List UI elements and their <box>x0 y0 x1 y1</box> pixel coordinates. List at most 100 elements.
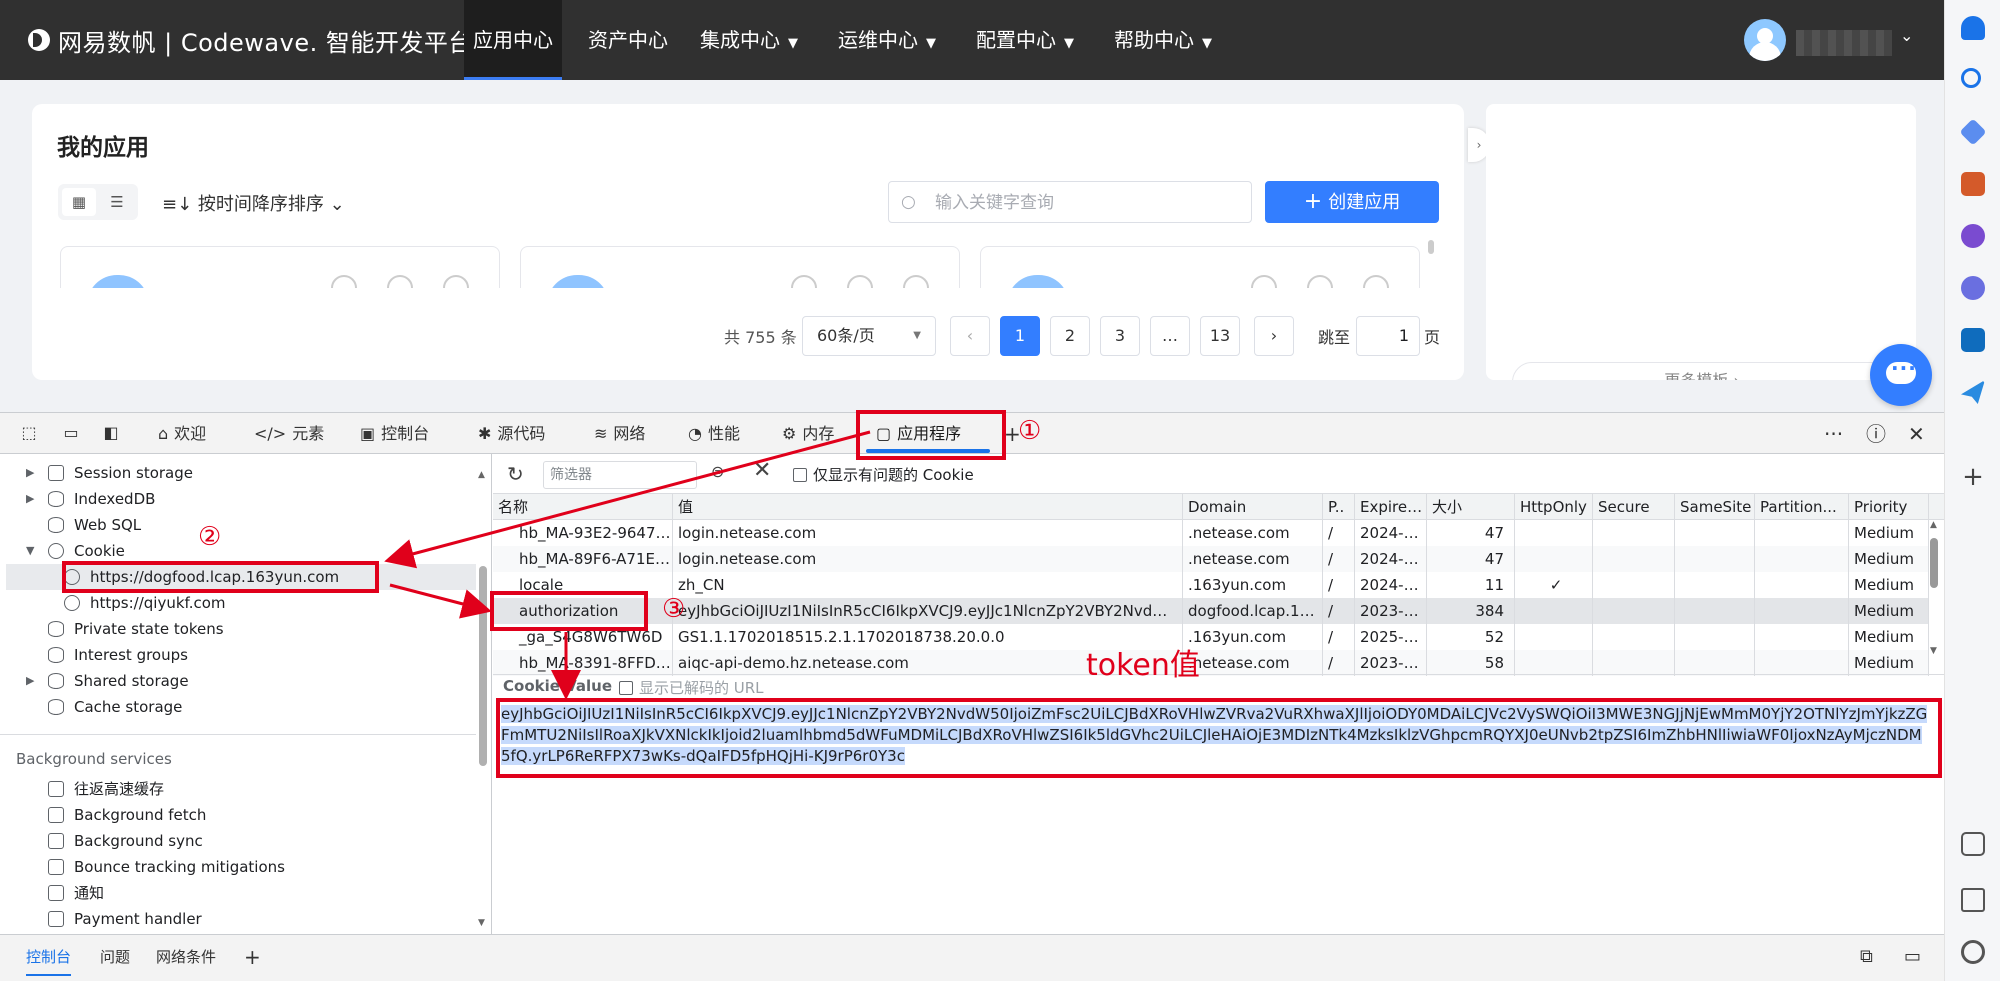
app-card[interactable] <box>520 246 960 288</box>
tag-icon[interactable] <box>1959 118 1987 146</box>
page-button-13[interactable]: 13 <box>1200 316 1240 356</box>
table-row[interactable]: hb_MA-89F6-A71EC... login.netease.com .net… <box>493 546 1929 572</box>
comment-icon[interactable] <box>331 275 357 288</box>
clear-filtered-icon[interactable]: ⊜ <box>711 462 724 481</box>
help-icon[interactable]: ⓘ <box>1866 413 1886 455</box>
tree-scrollbar[interactable]: ▲ ▼ <box>478 470 488 930</box>
column-header[interactable]: Priority <box>1849 494 1929 520</box>
app-card[interactable] <box>60 246 500 288</box>
triangle-down-icon[interactable]: ▼ <box>26 538 34 564</box>
app-card[interactable] <box>980 246 1420 288</box>
column-header[interactable]: 名称 <box>493 494 673 520</box>
column-header[interactable]: 大小 <box>1427 494 1515 520</box>
people-icon[interactable] <box>1961 224 1985 248</box>
drawer-tab-issues[interactable]: 问题 <box>100 935 130 981</box>
table-row[interactable]: localezh_CN.163yun.com/2024-12...11✓Medi… <box>493 572 1929 598</box>
service-item[interactable]: Payment handler <box>0 906 476 932</box>
service-item[interactable]: Bounce tracking mitigations <box>0 854 476 880</box>
page-ellipsis[interactable]: … <box>1150 316 1190 356</box>
tab-sources[interactable]: ✱ 源代码 <box>478 413 545 455</box>
service-item[interactable]: 通知 <box>0 880 476 906</box>
tree-item[interactable]: ▶ Session storage <box>0 460 476 486</box>
drawer-tab-console[interactable]: 控制台 <box>26 935 72 981</box>
nav-item-integration-center[interactable]: 集成中心 ▼ <box>700 0 798 80</box>
scroll-down-icon[interactable]: ▼ <box>478 918 485 928</box>
tree-item[interactable]: https://qiyukf.com <box>0 590 476 616</box>
drawer-tab-network-conditions[interactable]: 网络条件 <box>156 935 216 981</box>
triangle-right-icon[interactable]: ▶ <box>26 486 34 512</box>
only-issues-checkbox[interactable]: 仅显示有问题的 Cookie <box>793 464 974 485</box>
tree-item[interactable]: Web SQL <box>0 512 476 538</box>
tab-welcome[interactable]: ⌂ 欢迎 <box>158 413 206 455</box>
triangle-right-icon[interactable]: ▶ <box>26 668 34 694</box>
list-view-icon[interactable]: ☰ <box>100 188 134 216</box>
tab-elements[interactable]: </> 元素 <box>254 413 324 455</box>
heart-icon[interactable] <box>847 275 873 288</box>
page-button-1[interactable]: 1 <box>1000 316 1040 356</box>
heart-icon[interactable] <box>387 275 413 288</box>
gear-icon[interactable] <box>1961 940 1985 964</box>
nav-item-config-center[interactable]: 配置中心 ▼ <box>976 0 1074 80</box>
search-icon[interactable] <box>1961 68 1981 88</box>
column-header[interactable]: 值 <box>673 494 1183 520</box>
more-options-icon[interactable]: ··· <box>1824 413 1843 455</box>
column-header[interactable]: Secure <box>1593 494 1675 520</box>
chevron-down-icon[interactable]: ⌄ <box>1900 26 1913 45</box>
tree-item[interactable]: ▶ Shared storage <box>0 668 476 694</box>
tab-performance[interactable]: ◔ 性能 <box>688 413 740 455</box>
triangle-right-icon[interactable]: ▶ <box>26 460 34 486</box>
next-page-button[interactable]: › <box>1254 316 1294 356</box>
bell-icon[interactable] <box>1961 16 1985 40</box>
service-item[interactable]: Background fetch <box>0 802 476 828</box>
tree-item[interactable]: Interest groups <box>0 642 476 668</box>
prev-page-button[interactable]: ‹ <box>950 316 990 356</box>
more-icon[interactable] <box>1363 275 1389 288</box>
grid-view-icon[interactable]: ▦ <box>62 188 96 216</box>
comment-icon[interactable] <box>1251 275 1277 288</box>
table-row[interactable]: hb_MA-8391-8FFD5... aiqc-api-demo.hz.nete… <box>493 650 1929 676</box>
dock-icon[interactable]: ⧉ <box>1860 935 1873 981</box>
tab-network[interactable]: ≋ 网络 <box>594 413 645 455</box>
scroll-thumb[interactable] <box>479 566 487 766</box>
column-header[interactable]: Expires /... <box>1355 494 1427 520</box>
page-button-3[interactable]: 3 <box>1100 316 1140 356</box>
scroll-thumb[interactable] <box>1930 538 1938 588</box>
column-header[interactable]: Partition... <box>1755 494 1849 520</box>
more-templates-button[interactable]: 更多模板 › <box>1512 362 1892 380</box>
tab-memory[interactable]: ⚙ 内存 <box>782 413 834 455</box>
cookie-filter-input[interactable] <box>543 461 697 489</box>
tree-item[interactable]: Private state tokens <box>0 616 476 642</box>
device-toolbar-icon[interactable]: ▭ <box>60 423 82 443</box>
table-row[interactable]: _ga_S4G8W6TW6D GS1.1.1702018515.2.1.17020… <box>493 624 1929 650</box>
add-drawer-tab-icon[interactable]: + <box>244 935 261 981</box>
nav-item-ops-center[interactable]: 运维中心 ▼ <box>838 0 936 80</box>
show-decoded-checkbox[interactable]: 显示已解码的 URL <box>619 677 764 698</box>
inspect-icon[interactable]: ⬚ <box>18 423 40 443</box>
avatar[interactable] <box>1744 19 1786 61</box>
scroll-down-icon[interactable]: ▼ <box>1930 646 1937 656</box>
service-item[interactable]: Background sync <box>0 828 476 854</box>
sidebar-toggle-icon[interactable]: ◧ <box>100 423 122 443</box>
nav-item-asset-center[interactable]: 资产中心 <box>588 0 668 80</box>
clear-all-icon[interactable]: ✕ <box>753 458 771 483</box>
create-app-button[interactable]: + 创建应用 <box>1265 181 1439 223</box>
column-header[interactable]: P.. <box>1323 494 1355 520</box>
search-input[interactable] <box>935 188 1235 218</box>
more-icon[interactable] <box>443 275 469 288</box>
scroll-up-icon[interactable]: ▲ <box>478 470 485 480</box>
sort-dropdown[interactable]: ≡↓ 按时间降序排序 ⌄ <box>162 190 345 216</box>
card-scrollbar[interactable] <box>1428 240 1434 254</box>
chat-icon[interactable] <box>1870 344 1932 406</box>
tree-item[interactable]: Cache storage <box>0 694 476 720</box>
send-icon[interactable] <box>1961 380 1985 404</box>
table-row[interactable]: authorization eyJhbGciOiJIUzI1NiIsInR5cCI… <box>493 598 1929 624</box>
outlook-icon[interactable] <box>1961 328 1985 352</box>
nav-item-app-center[interactable]: 应用中心 <box>464 0 562 80</box>
jump-input[interactable]: 1 <box>1356 316 1420 356</box>
column-header[interactable]: HttpOnly <box>1515 494 1593 520</box>
brand-logo[interactable]: 网易数帆 | Codewave. 智能开发平台 <box>28 22 473 58</box>
table-row[interactable]: hb_MA-93E2-9647F... login.netease.com .net… <box>493 520 1929 546</box>
scroll-up-icon[interactable]: ▲ <box>1930 520 1937 530</box>
column-header[interactable]: SameSite <box>1675 494 1755 520</box>
service-item[interactable]: 往返高速缓存 <box>0 776 476 802</box>
